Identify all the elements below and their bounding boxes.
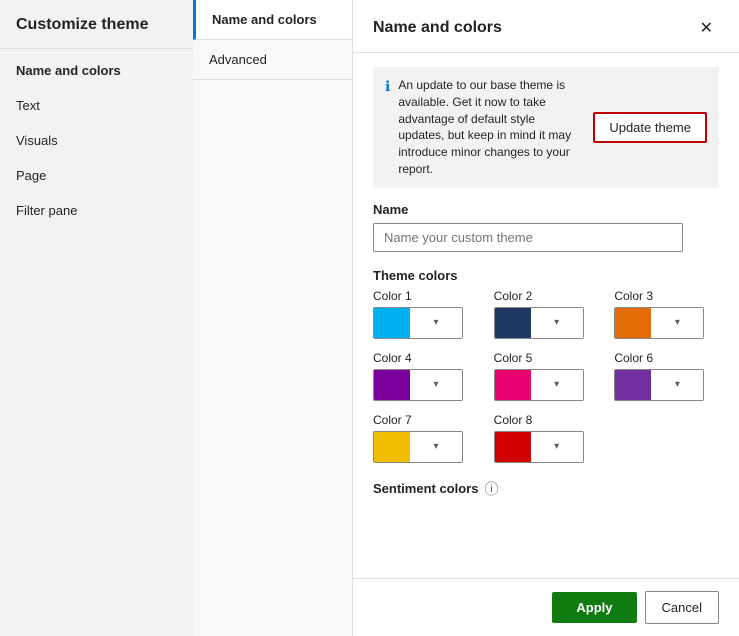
info-banner: ℹ An update to our base theme is availab… <box>373 67 719 188</box>
color-item-4: Color 4 ▾ <box>373 351 478 401</box>
color-item-1: Color 1 ▾ <box>373 289 478 339</box>
color-8-label: Color 8 <box>494 413 599 427</box>
color-item-8: Color 8 ▾ <box>494 413 599 463</box>
color-item-3: Color 3 ▾ <box>614 289 719 339</box>
color-6-dropdown[interactable]: ▾ <box>614 369 704 401</box>
tab-advanced[interactable]: Advanced <box>193 40 352 80</box>
color-3-arrow: ▾ <box>651 308 703 338</box>
color-1-label: Color 1 <box>373 289 478 303</box>
tab-name-and-colors[interactable]: Name and colors <box>193 0 352 40</box>
sidebar-item-name-and-colors[interactable]: Name and colors <box>0 53 193 88</box>
sidebar-title: Customize theme <box>0 0 193 49</box>
color-item-6: Color 6 ▾ <box>614 351 719 401</box>
color-5-label: Color 5 <box>494 351 599 365</box>
color-7-label: Color 7 <box>373 413 478 427</box>
color-8-dropdown[interactable]: ▾ <box>494 431 584 463</box>
sidebar-item-filter-pane[interactable]: Filter pane <box>0 193 193 228</box>
sentiment-info-icon[interactable]: ⓘ <box>484 479 498 499</box>
color-6-label: Color 6 <box>614 351 719 365</box>
sidebar: Customize theme Name and colors Text Vis… <box>0 0 193 636</box>
color-1-dropdown[interactable]: ▾ <box>373 307 463 339</box>
name-label: Name <box>373 202 719 217</box>
color-4-dropdown[interactable]: ▾ <box>373 369 463 401</box>
sidebar-item-text[interactable]: Text <box>0 88 193 123</box>
color-7-dropdown[interactable]: ▾ <box>373 431 463 463</box>
color-5-swatch <box>495 370 531 400</box>
color-3-swatch <box>615 308 651 338</box>
main-title: Name and colors <box>373 19 502 37</box>
color-8-swatch <box>495 432 531 462</box>
color-7-arrow: ▾ <box>410 432 462 462</box>
color-3-label: Color 3 <box>614 289 719 303</box>
color-2-dropdown[interactable]: ▾ <box>494 307 584 339</box>
color-5-arrow: ▾ <box>531 370 583 400</box>
color-item-2: Color 2 ▾ <box>494 289 599 339</box>
theme-name-input[interactable] <box>373 223 683 252</box>
sidebar-item-page[interactable]: Page <box>0 158 193 193</box>
info-text: An update to our base theme is available… <box>398 77 577 178</box>
color-1-arrow: ▾ <box>410 308 462 338</box>
color-4-label: Color 4 <box>373 351 478 365</box>
color-6-arrow: ▾ <box>651 370 703 400</box>
update-theme-button[interactable]: Update theme <box>593 112 707 143</box>
main-body: ℹ An update to our base theme is availab… <box>353 53 739 578</box>
color-5-dropdown[interactable]: ▾ <box>494 369 584 401</box>
apply-button[interactable]: Apply <box>552 592 636 623</box>
color-item-7: Color 7 ▾ <box>373 413 478 463</box>
sidebar-item-visuals[interactable]: Visuals <box>0 123 193 158</box>
color-2-arrow: ▾ <box>531 308 583 338</box>
close-button[interactable]: ✕ <box>694 16 719 40</box>
color-8-arrow: ▾ <box>531 432 583 462</box>
middle-panel: Name and colors Advanced <box>193 0 353 636</box>
cancel-button[interactable]: Cancel <box>645 591 719 624</box>
color-4-swatch <box>374 370 410 400</box>
footer: Apply Cancel <box>353 578 739 636</box>
color-3-dropdown[interactable]: ▾ <box>614 307 704 339</box>
main-content: Name and colors ✕ ℹ An update to our bas… <box>353 0 739 636</box>
colors-grid: Color 1 ▾ Color 2 ▾ Color 3 ▾ <box>373 289 719 463</box>
theme-colors-label: Theme colors <box>373 268 719 283</box>
sidebar-items: Name and colors Text Visuals Page Filter… <box>0 49 193 228</box>
color-2-label: Color 2 <box>494 289 599 303</box>
sentiment-label: Sentiment colors <box>373 481 478 496</box>
color-2-swatch <box>495 308 531 338</box>
color-item-5: Color 5 ▾ <box>494 351 599 401</box>
info-icon: ℹ <box>385 78 390 95</box>
main-header: Name and colors ✕ <box>353 0 739 53</box>
color-4-arrow: ▾ <box>410 370 462 400</box>
color-6-swatch <box>615 370 651 400</box>
color-7-swatch <box>374 432 410 462</box>
sentiment-section: Sentiment colors ⓘ <box>373 479 719 499</box>
color-1-swatch <box>374 308 410 338</box>
